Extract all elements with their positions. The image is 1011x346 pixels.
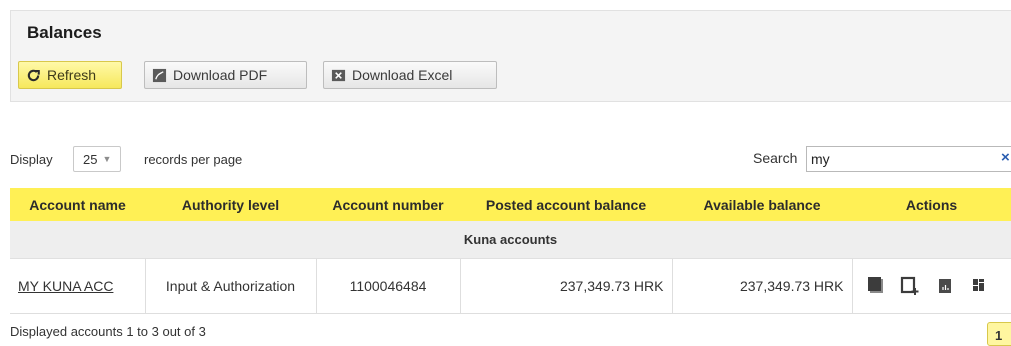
column-header-account-number[interactable]: Account number xyxy=(316,188,460,221)
pagination-current-page[interactable]: 1 xyxy=(987,322,1011,346)
page-title: Balances xyxy=(27,23,102,42)
page-size-value: 25 xyxy=(83,151,98,167)
search-input[interactable] xyxy=(806,146,1011,172)
authority-level-cell: Input & Authorization xyxy=(145,258,317,314)
download-pdf-label: Download PDF xyxy=(173,67,268,83)
column-header-authority-level[interactable]: Authority level xyxy=(145,188,316,221)
new-payment-icon[interactable] xyxy=(899,276,924,296)
column-header-posted-balance[interactable]: Posted account balance xyxy=(460,188,672,221)
group-label: Kuna accounts xyxy=(10,221,1011,259)
per-page-label: records per page xyxy=(144,152,243,167)
display-label: Display xyxy=(10,152,53,167)
excel-icon xyxy=(331,68,346,83)
table-row: MY KUNA ACC Input & Authorization 110004… xyxy=(10,258,1011,314)
refresh-label: Refresh xyxy=(47,67,97,83)
refresh-icon xyxy=(26,68,41,83)
column-header-account-name[interactable]: Account name xyxy=(10,188,145,221)
available-balance-cell: 237,349.73 HRK xyxy=(672,258,853,314)
refresh-button[interactable]: Refresh xyxy=(18,61,122,89)
records-summary: Displayed accounts 1 to 3 out of 3 xyxy=(10,324,206,339)
table-header-row: Account name Authority level Account num… xyxy=(10,188,1011,221)
chevron-down-icon: ▼ xyxy=(102,154,112,164)
pdf-icon xyxy=(152,68,167,83)
download-excel-button[interactable]: Download Excel xyxy=(323,61,497,89)
balances-table: Account name Authority level Account num… xyxy=(10,188,1011,314)
posted-balance-cell: 237,349.73 HRK xyxy=(460,258,673,314)
column-header-actions: Actions xyxy=(852,188,1011,221)
account-name-cell: MY KUNA ACC xyxy=(10,258,146,314)
column-header-available-balance[interactable]: Available balance xyxy=(672,188,852,221)
group-row: Kuna accounts xyxy=(10,221,1011,259)
clear-search-icon[interactable]: × xyxy=(1001,150,1010,166)
statement-icon[interactable] xyxy=(865,276,890,296)
account-name-link[interactable]: MY KUNA ACC xyxy=(18,278,113,294)
download-pdf-button[interactable]: Download PDF xyxy=(144,61,307,89)
balances-panel: Balances Refresh Download PDF Download E… xyxy=(10,10,1011,102)
account-number-cell: 1100046484 xyxy=(316,258,461,314)
grid-icon[interactable] xyxy=(968,276,993,296)
search-label: Search xyxy=(753,150,798,166)
download-excel-label: Download Excel xyxy=(352,67,453,83)
actions-cell xyxy=(852,258,1011,314)
chart-icon[interactable] xyxy=(934,276,959,296)
page-size-select[interactable]: 25 ▼ xyxy=(73,146,121,172)
